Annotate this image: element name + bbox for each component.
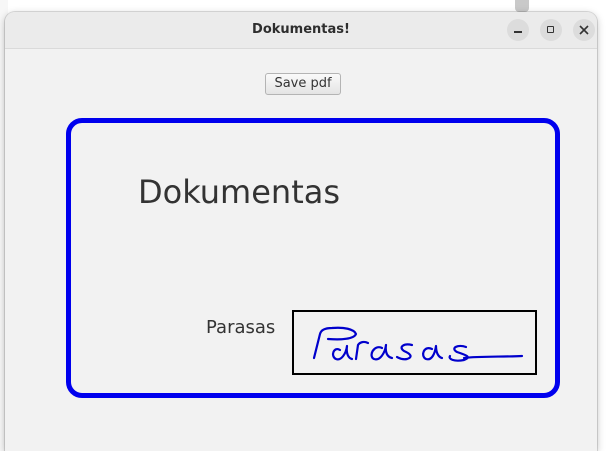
close-icon [579, 25, 589, 35]
document-title: Dokumentas [138, 173, 341, 211]
window-content: Save pdf Dokumentas Parasas [5, 49, 597, 451]
app-window: Dokumentas! Save pdf Dokumentas Parasas [5, 12, 597, 451]
save-pdf-button[interactable]: Save pdf [265, 73, 341, 95]
minimize-icon [514, 31, 522, 33]
maximize-icon [547, 26, 554, 33]
close-button[interactable] [573, 19, 595, 41]
signature-pad[interactable] [292, 310, 537, 375]
maximize-button[interactable] [540, 19, 562, 41]
document-frame: Dokumentas Parasas [66, 118, 560, 398]
background-scrollbar [515, 0, 529, 12]
handwritten-signature [312, 326, 524, 362]
minimize-button[interactable] [507, 19, 529, 41]
signature-label: Parasas [206, 317, 276, 338]
background-window-right [597, 0, 608, 451]
title-bar[interactable]: Dokumentas! [5, 12, 597, 49]
